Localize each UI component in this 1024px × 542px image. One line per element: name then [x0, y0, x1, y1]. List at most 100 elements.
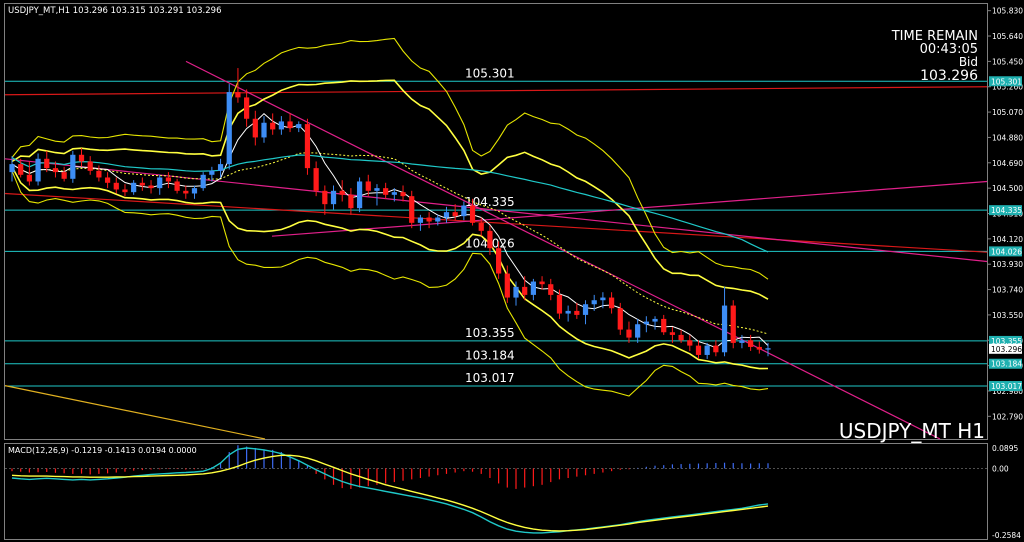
candle-bear	[608, 297, 615, 309]
candle-bull	[226, 92, 232, 165]
candle-bull	[296, 124, 302, 129]
candle-bull	[9, 164, 15, 173]
candle-bear	[478, 222, 484, 231]
candle-bear	[730, 305, 736, 343]
y-tick-label: 105.830	[992, 7, 1023, 16]
candle-bull	[70, 154, 76, 179]
candle-bull	[157, 177, 163, 189]
candle-bull	[356, 181, 363, 209]
candle-bull	[461, 205, 467, 217]
candle-bear	[270, 122, 276, 130]
candle-bull	[635, 324, 641, 338]
candle-bull	[582, 304, 589, 315]
candle-bull	[374, 188, 380, 191]
level-tag-text: 104.026	[991, 247, 1022, 256]
candle-bear	[339, 190, 345, 195]
y-tick-label: 104.120	[992, 235, 1023, 244]
candle-bear	[426, 217, 432, 222]
level-label-103.017: 103.017	[465, 371, 515, 385]
candle-bull	[652, 318, 658, 322]
y-tick-label: 105.640	[992, 32, 1023, 41]
candle-bear	[78, 154, 85, 162]
candle-bull	[417, 217, 424, 223]
candle-bear	[695, 345, 702, 355]
candle-bull	[261, 122, 267, 138]
candle-bull	[391, 192, 397, 195]
candle-bear	[678, 334, 684, 341]
candle-bear	[539, 281, 545, 285]
candle-bull	[35, 158, 41, 182]
macd-header: MACD(12,26,9) -0.1219 -0.1413 0.0194 0.0…	[8, 446, 197, 455]
chart-header-info: USDJPY_MT,H1 103.296 103.315 103.291 103…	[8, 6, 221, 16]
candle-bear	[87, 161, 93, 171]
candle-bull	[200, 174, 206, 189]
level-label-105.301: 105.301	[465, 66, 515, 80]
macd-tick-label: 0.00	[992, 464, 1009, 473]
candle-bear	[104, 177, 111, 183]
bid-value: 103.296	[920, 68, 978, 84]
symbol-label: USDJPY_MT H1	[839, 419, 985, 443]
candle-bear	[487, 230, 493, 249]
candle-bull	[209, 170, 215, 175]
candle-bull	[443, 212, 450, 218]
y-tick-label: 103.930	[992, 260, 1023, 269]
candle-bull	[530, 281, 536, 295]
candle-bull	[721, 305, 728, 353]
level-label-103.184: 103.184	[465, 349, 515, 363]
candle-bear	[252, 118, 258, 138]
candle-bear	[574, 310, 580, 315]
y-tick-label: 104.690	[992, 159, 1023, 168]
candle-bear	[322, 190, 328, 205]
candle-bear	[235, 92, 241, 98]
candle-bear	[139, 182, 145, 186]
candle-bear	[400, 192, 406, 197]
y-tick-label: 105.450	[992, 57, 1023, 66]
candle-bear	[122, 189, 128, 193]
candle-bear	[383, 188, 389, 195]
candle-bull	[513, 286, 519, 298]
level-tag-text: 105.301	[991, 77, 1022, 86]
candle-bear	[452, 212, 458, 217]
y-tick-label: 105.070	[992, 108, 1023, 117]
candle-bear	[52, 168, 59, 173]
candle-bear	[96, 170, 102, 178]
candle-bull	[565, 310, 571, 314]
y-tick-label: 104.880	[992, 133, 1023, 142]
y-tick-label: 103.740	[992, 286, 1023, 295]
candle-bear	[504, 273, 510, 298]
candle-bear	[313, 168, 319, 191]
candle-bear	[244, 97, 250, 119]
candle-bull	[217, 164, 224, 171]
candle-bull	[643, 321, 649, 325]
candle-bear	[287, 121, 293, 129]
candle-bear	[174, 181, 180, 191]
candle-bear	[548, 284, 554, 295]
candle-bull	[278, 121, 284, 130]
usdjpy-h1-chart[interactable]: 105.830105.640105.450105.260105.070104.8…	[0, 0, 1024, 542]
level-tag-text: 103.017	[991, 382, 1022, 391]
candle-bull	[330, 190, 337, 205]
candle-bear	[183, 190, 189, 194]
candle-bull	[591, 300, 597, 305]
candle-bear	[26, 174, 32, 182]
y-tick-label: 102.790	[992, 412, 1023, 421]
y-tick-label: 103.550	[992, 311, 1023, 320]
candle-bear	[44, 158, 50, 169]
current-price-tag-text: 103.296	[991, 345, 1022, 354]
candle-bear	[469, 205, 476, 223]
candle-bull	[435, 217, 441, 222]
candle-bear	[748, 340, 754, 347]
candle-bull	[739, 340, 745, 343]
candle-bear	[556, 294, 563, 314]
candle-bear	[617, 308, 623, 330]
candle-bull	[600, 297, 606, 301]
candle-bear	[304, 124, 311, 169]
bid-label: Bid	[959, 55, 978, 69]
candle-bull	[765, 348, 771, 350]
candle-bear	[626, 329, 632, 338]
candle-bear	[713, 345, 719, 353]
level-tag-text: 104.335	[991, 206, 1022, 215]
candle-bear	[522, 286, 528, 295]
level-tag-text: 103.184	[991, 360, 1022, 369]
candle-bear	[496, 248, 502, 274]
